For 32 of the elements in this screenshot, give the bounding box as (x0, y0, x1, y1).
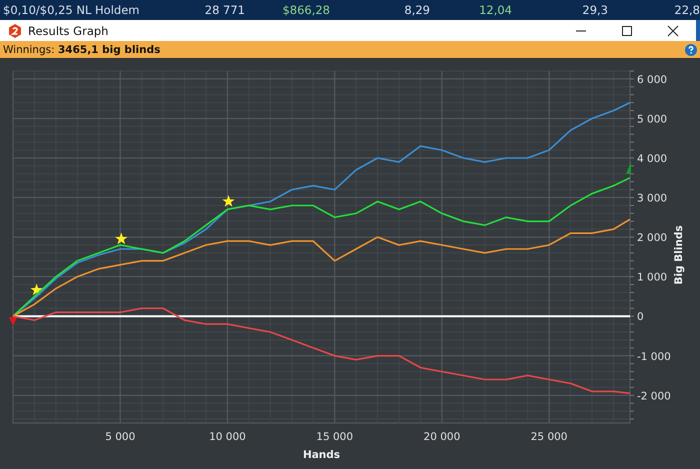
stat-cell-text: 28 771 (204, 3, 245, 17)
stat-cell-text: $866,28 (281, 3, 330, 17)
y-tick-label: -2 000 (637, 390, 671, 402)
x-tick-label: 5 000 (105, 431, 136, 443)
y-tick-label: -1 000 (637, 350, 671, 363)
y-axis-title: Big Blinds (673, 225, 685, 285)
stat-cell-text: 29,3 (581, 3, 608, 17)
x-tick-label: 20 000 (424, 431, 460, 443)
star-marker (115, 232, 128, 244)
y-tick-label: 5 000 (637, 113, 668, 126)
x-axis-title: Hands (302, 449, 340, 461)
triangle-marker (626, 162, 631, 174)
y-tick-label: 6 000 (637, 74, 668, 86)
stat-cell-text: 22,8 (673, 3, 700, 17)
star-marker (222, 195, 235, 207)
help-icon[interactable] (685, 44, 697, 56)
triangle-marker (9, 317, 17, 326)
stat-cell-text: 8,29 (403, 3, 430, 17)
stat-cell-text: $0,10/$0,25 NL Holdem (2, 3, 140, 17)
winnings-text: Winnings: 3465,1 big blinds (3, 44, 160, 56)
star-marker (30, 284, 43, 296)
x-tick-label: 10 000 (209, 431, 246, 443)
stat-cell-text: 12,04 (478, 3, 512, 17)
y-tick-label: 4 000 (637, 153, 668, 165)
y-tick-label: 3 000 (637, 192, 668, 205)
x-tick-label: 15 000 (316, 431, 354, 443)
y-tick-label: 0 (637, 311, 644, 324)
y-tick-label: 1 000 (637, 272, 668, 284)
x-tick-label: 25 000 (530, 431, 568, 443)
app-logo-icon (8, 24, 22, 38)
y-tick-label: 2 000 (637, 232, 668, 244)
window-title: Results Graph (28, 24, 108, 38)
